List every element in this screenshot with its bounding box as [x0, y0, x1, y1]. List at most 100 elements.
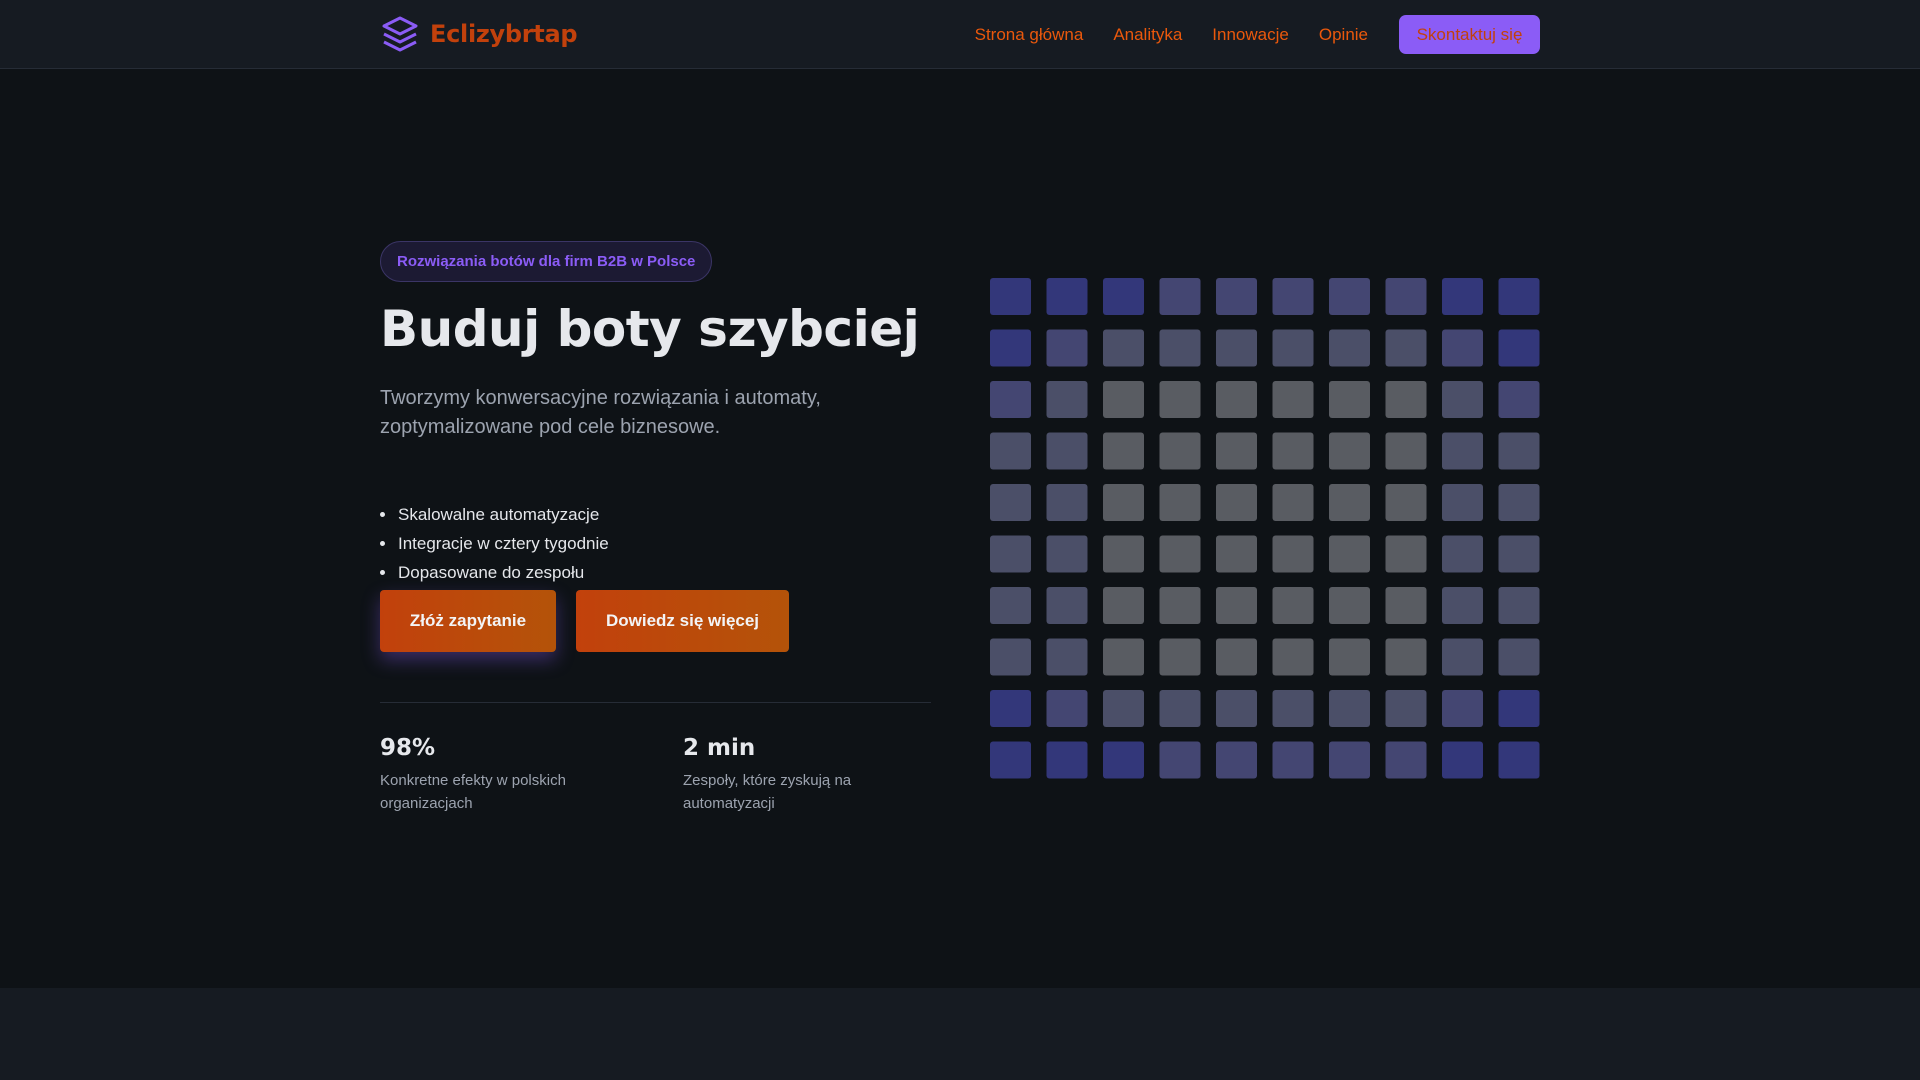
hero-subtitle: Tworzymy konwersacyjne rozwiązania i aut… — [380, 387, 821, 438]
pattern-tile — [1159, 278, 1201, 315]
pattern-tile — [1216, 535, 1257, 573]
pattern-tile — [1442, 638, 1483, 676]
pattern-tile — [1385, 587, 1427, 624]
pattern-tile — [1216, 484, 1257, 521]
decorative-tile-pattern — [990, 278, 1541, 779]
pattern-tile — [1498, 741, 1540, 779]
pattern-tile — [1385, 329, 1427, 367]
pattern-tile — [1498, 329, 1540, 367]
pattern-tile — [1442, 278, 1483, 315]
feature-item: Integracje w cztery tygodnie — [380, 529, 609, 558]
nav-link-analytics[interactable]: Analityka — [1113, 25, 1182, 45]
nav-link-home[interactable]: Strona główna — [975, 25, 1084, 45]
pattern-tile — [1046, 432, 1088, 470]
stat-value: 2 min — [683, 735, 756, 761]
pattern-tile — [990, 741, 1031, 779]
pattern-tile — [1103, 329, 1144, 367]
pattern-tile — [1329, 278, 1370, 315]
stat-label: Zespoły, które zyskują na automatyzacji — [683, 772, 852, 812]
pattern-tile — [1498, 432, 1540, 470]
pattern-tile — [1046, 381, 1088, 418]
pattern-tile — [990, 432, 1031, 470]
pattern-tile — [1329, 638, 1370, 676]
layers-icon — [382, 16, 418, 52]
pattern-tile — [990, 381, 1031, 418]
bullet-icon — [380, 512, 385, 517]
pattern-tile — [1329, 587, 1370, 624]
pattern-tile — [1329, 535, 1370, 573]
pattern-tile — [990, 535, 1031, 573]
pattern-tile — [1046, 278, 1088, 315]
pattern-tile — [1329, 741, 1370, 779]
pattern-tile — [1329, 690, 1370, 727]
pattern-tile — [1272, 484, 1314, 521]
pattern-tile — [1159, 381, 1201, 418]
pattern-tile — [1385, 741, 1427, 779]
pattern-tile — [1103, 484, 1144, 521]
pattern-tile — [1103, 690, 1144, 727]
pattern-tile — [1159, 432, 1201, 470]
pattern-tile — [990, 278, 1031, 315]
pattern-tile — [1385, 381, 1427, 418]
pattern-tile — [990, 329, 1031, 367]
contact-button[interactable]: Skontaktuj się — [1399, 15, 1540, 54]
pattern-tile — [1385, 638, 1427, 676]
pattern-tile — [1385, 535, 1427, 573]
pattern-tile — [1216, 638, 1257, 676]
next-section-edge — [0, 988, 1920, 1080]
pattern-tile — [1442, 741, 1483, 779]
nav-link-reviews[interactable]: Opinie — [1319, 25, 1368, 45]
feature-text: Dopasowane do zespołu — [398, 563, 585, 582]
pattern-tile — [1329, 432, 1370, 470]
pattern-tile — [1498, 535, 1540, 573]
pattern-tile — [1442, 587, 1483, 624]
pattern-tile — [1329, 329, 1370, 367]
stat-block-effects: 98% Konkretne efekty w polskich organiza… — [380, 735, 620, 815]
pattern-tile — [1498, 278, 1540, 315]
main-navigation: Strona główna Analityka Innowacje Opinie… — [975, 15, 1540, 54]
top-navigation-bar: Eclizybrtap Strona główna Analityka Inno… — [0, 0, 1920, 69]
hero-title: Buduj boty szybciej — [380, 300, 920, 358]
feature-text: Integracje w cztery tygodnie — [398, 534, 609, 553]
pattern-tile — [1385, 484, 1427, 521]
pattern-tile — [1385, 432, 1427, 470]
pattern-tile — [1046, 690, 1088, 727]
pattern-tile — [1442, 484, 1483, 521]
pattern-tile — [1385, 690, 1427, 727]
pattern-tile — [1216, 741, 1257, 779]
pattern-tile — [1103, 278, 1144, 315]
bullet-icon — [380, 541, 385, 546]
pattern-tile — [1159, 690, 1201, 727]
hero-section — [0, 70, 1920, 988]
pattern-tile — [1442, 690, 1483, 727]
pattern-tile — [1272, 741, 1314, 779]
brand-logo[interactable]: Eclizybrtap — [380, 14, 578, 54]
pattern-tile — [990, 587, 1031, 624]
pattern-tile — [1216, 432, 1257, 470]
pattern-tile — [1216, 587, 1257, 624]
pattern-tile — [1159, 535, 1201, 573]
nav-link-innovations[interactable]: Innowacje — [1212, 25, 1289, 45]
pattern-tile — [1442, 432, 1483, 470]
submit-inquiry-button[interactable]: Złóż zapytanie — [380, 590, 556, 652]
pattern-tile — [1159, 587, 1201, 624]
pattern-tile — [1272, 278, 1314, 315]
pattern-tile — [1498, 690, 1540, 727]
feature-text: Skalowalne automatyzacje — [398, 505, 600, 524]
pattern-tile — [1329, 381, 1370, 418]
pattern-tile — [1272, 638, 1314, 676]
pattern-tile — [1046, 535, 1088, 573]
pattern-tile — [1103, 432, 1144, 470]
pattern-tile — [1216, 381, 1257, 418]
pattern-tile — [1272, 381, 1314, 418]
pattern-tile — [1442, 381, 1483, 418]
hero-badge: Rozwiązania botów dla firm B2B w Polsce — [380, 241, 713, 282]
learn-more-button[interactable]: Dowiedz się więcej — [576, 590, 789, 652]
pattern-tile — [1216, 278, 1257, 315]
pattern-tile — [1442, 329, 1483, 367]
pattern-tile — [1046, 484, 1088, 521]
pattern-tile — [1046, 638, 1088, 676]
pattern-tile — [1103, 381, 1144, 418]
pattern-tile — [1498, 484, 1540, 521]
pattern-tile — [1498, 587, 1540, 624]
